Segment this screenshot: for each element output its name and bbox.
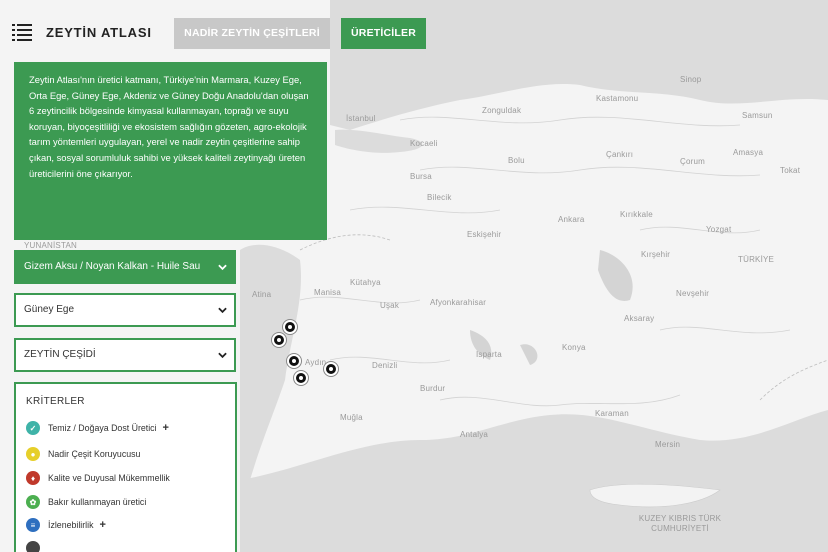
region-select-value: Güney Ege [24, 304, 75, 315]
producer-select-value: Gizem Aksu / Noyan Kalkan - Huile Sau [24, 261, 201, 272]
place-label: Ankara [558, 215, 585, 224]
criteria-item-rare-variety[interactable]: ● Nadir Çeşit Koruyucusu [26, 446, 140, 462]
leaf-icon: ✓ [26, 421, 40, 435]
chevron-down-icon [218, 352, 227, 359]
place-label: Amasya [733, 148, 764, 157]
place-label: KUZEY KIBRIS TÜRK CUMHURİYETİ [638, 514, 722, 533]
criteria-item-label: Bakır kullanmayan üretici [48, 497, 147, 507]
place-label: Yozgat [706, 225, 732, 234]
place-label: Karaman [595, 409, 629, 418]
place-label: Antalya [460, 430, 489, 439]
expand-plus-icon[interactable]: + [99, 519, 105, 531]
criteria-item-label: Kalite ve Duyusal Mükemmellik [48, 473, 170, 483]
criteria-item-label: Temiz / Doğaya Dost Üretici [48, 423, 157, 433]
criteria-panel: KRİTERLER ✓ Temiz / Doğaya Dost Üretici … [14, 382, 237, 552]
place-label: Çorum [680, 157, 706, 166]
expand-plus-icon[interactable]: + [163, 422, 169, 434]
place-label: Muğla [340, 413, 363, 422]
region-select[interactable]: Güney Ege [14, 293, 236, 327]
place-label: Atina [252, 290, 272, 299]
trace-icon: ≡ [26, 518, 40, 532]
place-label: Tokat [780, 166, 801, 175]
place-label: Aydın [305, 358, 327, 367]
place-label: Kastamonu [596, 94, 639, 103]
sprout-icon: ✿ [26, 495, 40, 509]
place-label: Kırşehir [641, 250, 671, 259]
place-label: İstanbul [346, 114, 376, 123]
place-label: YUNANİSTAN [24, 241, 77, 250]
place-label: Bilecik [427, 193, 452, 202]
place-label: Bursa [410, 172, 432, 181]
place-label: Kocaeli [410, 139, 438, 148]
drop-icon: ♦ [26, 471, 40, 485]
criteria-item-no-copper[interactable]: ✿ Bakır kullanmayan üretici [26, 494, 146, 510]
hamburger-menu-icon[interactable] [10, 20, 34, 44]
place-label: Manisa [314, 288, 341, 297]
place-label: Aksaray [624, 314, 655, 323]
circle-icon [26, 541, 40, 552]
place-label: Afyonkarahisar [430, 298, 487, 307]
place-label: TÜRKİYE [738, 255, 775, 264]
criteria-item-partial[interactable] [26, 540, 48, 552]
place-label: Kütahya [350, 278, 381, 287]
criteria-item-label: Nadir Çeşit Koruyucusu [48, 449, 141, 459]
producer-info-box: Zeytin Atlası'nın üretici katmanı, Türki… [14, 62, 327, 240]
place-label: Nevşehir [676, 289, 710, 298]
chevron-down-icon [218, 307, 227, 314]
criteria-item-clean-producer[interactable]: ✓ Temiz / Doğaya Dost Üretici + [26, 420, 169, 436]
place-label: Denizli [372, 361, 398, 370]
place-label: Çankırı [606, 150, 634, 159]
place-label: Eskişehir [467, 230, 502, 239]
variety-select-value: ZEYTİN ÇEŞİDİ [24, 349, 96, 360]
place-label: Zonguldak [482, 106, 522, 115]
producer-select[interactable]: Gizem Aksu / Noyan Kalkan - Huile Sau [14, 250, 236, 284]
nav-rare-varieties-button[interactable]: NADİR ZEYTİN ÇEŞİTLERİ [174, 18, 330, 49]
nav-producers-button[interactable]: ÜRETİCİLER [341, 18, 426, 49]
place-label: Bolu [508, 156, 525, 165]
producer-pin[interactable] [294, 371, 308, 385]
producer-pin[interactable] [272, 333, 286, 347]
criteria-item-traceability[interactable]: ≡ İzlenebilirlik + [26, 517, 106, 533]
producer-pin[interactable] [324, 362, 338, 376]
place-label: Kırıkkale [620, 210, 653, 219]
place-label: Samsun [742, 111, 773, 120]
producer-pin[interactable] [283, 320, 297, 334]
brand-logo[interactable]: ZEYTİN ATLASI [46, 25, 152, 40]
place-label: Sinop [680, 75, 702, 84]
criteria-item-label: İzlenebilirlik [48, 520, 94, 530]
criteria-item-quality[interactable]: ♦ Kalite ve Duyusal Mükemmellik [26, 470, 170, 486]
place-label: Konya [562, 343, 586, 352]
olive-icon: ● [26, 447, 40, 461]
place-label: Mersin [655, 440, 681, 449]
place-label: Isparta [476, 350, 502, 359]
producer-pin[interactable] [287, 354, 301, 368]
criteria-title: KRİTERLER [26, 396, 85, 407]
variety-select[interactable]: ZEYTİN ÇEŞİDİ [14, 338, 236, 372]
chevron-down-icon [218, 264, 227, 271]
place-label: Uşak [380, 301, 400, 310]
top-bar: ZEYTİN ATLASI NADİR ZEYTİN ÇEŞİTLERİ ÜRE… [0, 0, 828, 52]
place-label: Burdur [420, 384, 446, 393]
